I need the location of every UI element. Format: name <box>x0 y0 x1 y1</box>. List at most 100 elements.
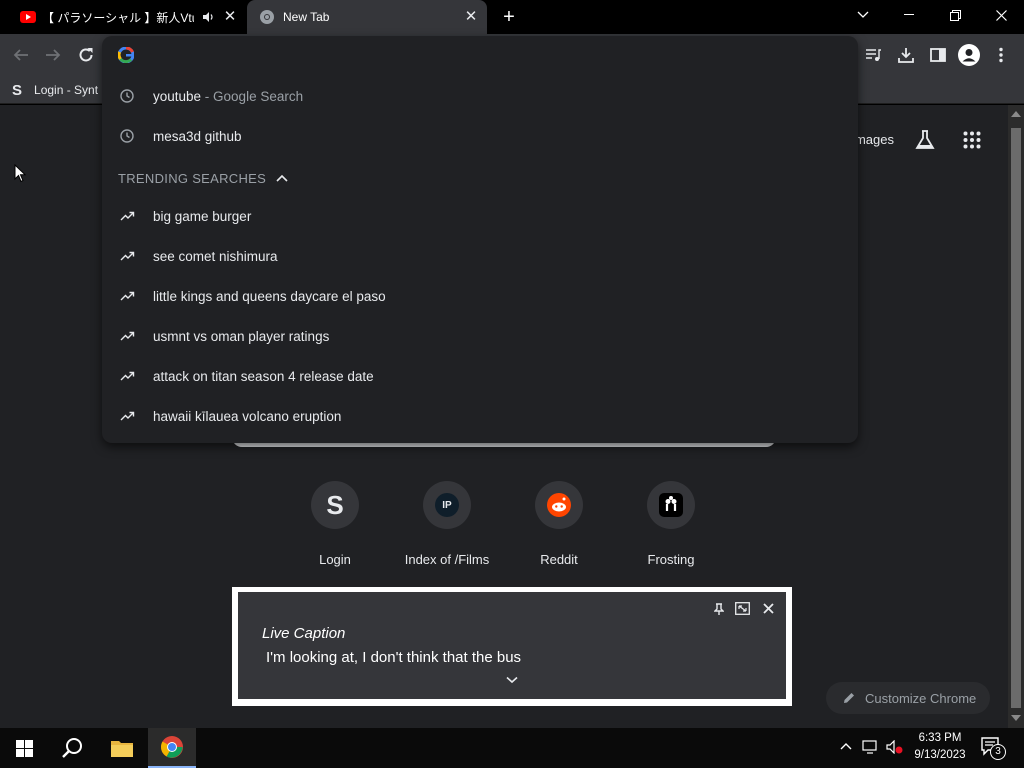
speaker-icon[interactable] <box>202 11 214 23</box>
trending-suggestion[interactable]: little kings and queens daycare el paso <box>102 276 858 316</box>
chevron-up-icon <box>276 174 288 182</box>
close-tab-icon[interactable]: ✕ <box>222 9 238 25</box>
tab-title: New Tab <box>283 10 330 24</box>
shortcut-label: Login <box>319 552 351 567</box>
expand-icon[interactable] <box>735 602 750 615</box>
trending-suggestion[interactable]: see comet nishimura <box>102 236 858 276</box>
folder-icon <box>111 741 133 757</box>
tab-new-tab[interactable]: New Tab ✕ <box>247 0 487 34</box>
close-window-button[interactable] <box>978 0 1024 30</box>
shortcut-login[interactable]: S Login <box>279 481 391 571</box>
reload-button[interactable] <box>77 46 95 64</box>
restore-button[interactable] <box>932 0 978 30</box>
clock-date: 9/13/2023 <box>914 749 966 761</box>
menu-button[interactable] <box>998 47 1004 63</box>
close-tab-icon[interactable]: ✕ <box>463 9 479 25</box>
minimize-button[interactable] <box>886 0 932 30</box>
chevron-down-icon <box>857 11 869 18</box>
reading-list-icon[interactable] <box>864 46 882 64</box>
chevron-down-icon[interactable] <box>506 676 518 684</box>
live-caption-title: Live Caption <box>262 625 346 642</box>
more-vert-icon <box>999 47 1003 63</box>
scroll-up-icon[interactable] <box>1011 111 1021 117</box>
notifications-button[interactable]: 3 <box>980 736 1006 760</box>
shortcut-label: Frosting <box>647 552 695 567</box>
youtube-icon <box>20 11 36 23</box>
tab-youtube[interactable]: 【 パラソーシャル 】新人Vtuberの ✕ <box>8 0 246 34</box>
close-caption-icon[interactable] <box>763 603 774 614</box>
search-button[interactable] <box>48 728 96 768</box>
close-icon <box>995 9 1007 21</box>
chrome-icon <box>161 736 183 758</box>
customize-chrome-button[interactable]: Customize Chrome <box>826 682 990 714</box>
trending-suggestion[interactable]: attack on titan season 4 release date <box>102 356 858 396</box>
images-link[interactable]: Images <box>856 132 894 147</box>
file-explorer-button[interactable] <box>98 728 146 768</box>
trending-suggestion[interactable]: hawaii kīlauea volcano eruption <box>102 396 858 436</box>
ip-icon: IP <box>423 481 471 529</box>
trending-up-icon <box>102 411 152 421</box>
new-tab-button[interactable]: + <box>499 7 519 27</box>
arrow-right-icon <box>46 49 61 61</box>
restore-icon <box>949 9 961 21</box>
s-icon: S <box>12 81 23 99</box>
trending-up-icon <box>102 211 152 221</box>
live-caption-panel[interactable]: Live Caption I'm looking at, I don't thi… <box>238 592 786 699</box>
trending-up-icon <box>102 331 152 341</box>
pencil-icon <box>844 693 854 703</box>
trending-header[interactable]: TRENDING SEARCHES <box>118 166 288 190</box>
side-panel-icon[interactable] <box>929 46 947 64</box>
show-hidden-icons[interactable] <box>840 742 852 750</box>
trending-up-icon <box>102 291 152 301</box>
start-button[interactable] <box>0 728 48 768</box>
profile-avatar[interactable] <box>958 44 980 66</box>
mouse-cursor-icon <box>14 164 26 183</box>
shortcut-label: Reddit <box>540 552 578 567</box>
person-icon <box>958 44 980 66</box>
chrome-taskbar-button[interactable] <box>148 728 196 768</box>
bookmark-login[interactable]: S Login - Synt <box>12 80 98 100</box>
tab-search-button[interactable] <box>840 0 886 30</box>
notification-badge: 3 <box>990 744 1006 760</box>
trending-up-icon <box>102 251 152 261</box>
omnibox-input[interactable] <box>146 44 836 66</box>
search-icon <box>62 738 82 758</box>
pin-icon[interactable] <box>714 603 724 616</box>
live-caption-text: I'm looking at, I don't think that the b… <box>266 649 522 666</box>
tab-title: 【 パラソーシャル 】新人Vtuberの <box>42 10 194 25</box>
clock-icon <box>102 129 152 143</box>
shortcut-frosting[interactable]: Frosting <box>615 481 727 571</box>
reload-icon <box>79 48 93 62</box>
forward-button[interactable] <box>44 46 62 64</box>
clock-icon <box>102 89 152 103</box>
clock[interactable]: 6:33 PM 9/13/2023 <box>908 730 972 766</box>
reddit-icon <box>535 481 583 529</box>
google-icon <box>118 47 134 63</box>
bookmark-label: Login - Synt <box>34 83 99 97</box>
shortcut-index-of-films[interactable]: IP Index of /Films <box>391 481 503 571</box>
history-suggestion[interactable]: youtube - Google Search <box>102 76 858 116</box>
volume-muted-icon[interactable] <box>886 740 904 754</box>
arrow-left-icon <box>13 49 28 61</box>
omnibox-dropdown: youtube - Google Search mesa3d github TR… <box>102 36 858 443</box>
shortcut-reddit[interactable]: Reddit <box>503 481 615 571</box>
minimize-icon <box>904 14 914 15</box>
download-icon[interactable] <box>897 46 915 64</box>
chevron-up-icon <box>840 743 852 750</box>
back-button[interactable] <box>12 46 30 64</box>
trending-suggestion[interactable]: usmnt vs oman player ratings <box>102 316 858 356</box>
network-icon[interactable] <box>862 740 880 754</box>
trending-suggestion[interactable]: big game burger <box>102 196 858 236</box>
labs-icon[interactable] <box>914 129 936 151</box>
frosting-icon <box>647 481 695 529</box>
shortcut-label: Index of /Films <box>404 552 490 567</box>
s-icon: S <box>311 481 359 529</box>
scrollbar-thumb[interactable] <box>1011 128 1021 708</box>
scroll-down-icon[interactable] <box>1011 715 1021 721</box>
history-suggestion[interactable]: mesa3d github <box>102 116 858 156</box>
clock-time: 6:33 PM <box>918 732 962 744</box>
apps-icon[interactable] <box>963 131 981 149</box>
windows-icon <box>15 739 33 757</box>
plus-icon: + <box>503 6 515 28</box>
trending-up-icon <box>102 371 152 381</box>
